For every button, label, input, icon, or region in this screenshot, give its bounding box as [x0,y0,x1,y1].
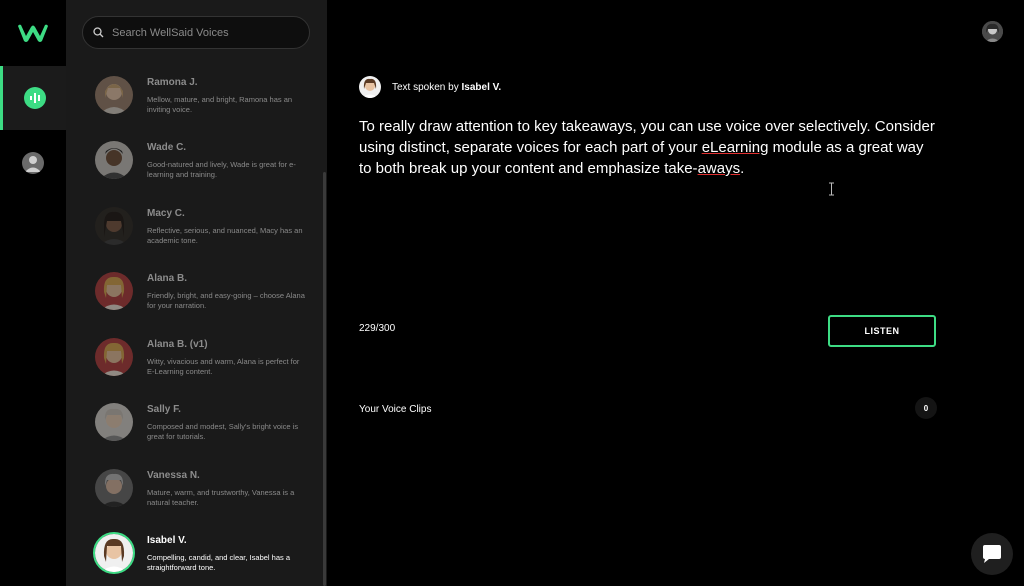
voice-avatar [95,76,133,114]
voice-name: Ramona J. [147,77,198,88]
voice-name: Isabel V. [147,535,187,546]
chat-icon [983,545,1001,563]
speaker-label: Text spoken by Isabel V. [392,82,501,93]
voice-avatar [95,469,133,507]
voice-name: Sally F. [147,404,181,415]
voice-clips-title: Your Voice Clips [359,404,432,415]
script-text-editor[interactable]: To really draw attention to key takeaway… [359,116,939,179]
voice-description: Composed and modest, Sally's bright voic… [147,422,299,441]
voice-list: Ramona J. Mellow, mature, and bright, Ra… [66,66,327,586]
voice-item-macy[interactable]: Macy C. Reflective, serious, and nuanced… [66,197,318,262]
text-cursor-icon [829,182,834,196]
voice-avatar [95,272,133,310]
spellcheck-flag: aways [697,160,741,177]
voice-panel: Ramona J. Mellow, mature, and bright, Ra… [66,0,327,586]
chat-button[interactable] [971,533,1013,575]
voice-avatar [93,532,135,574]
user-avatar[interactable] [982,21,1003,42]
voice-avatar [95,207,133,245]
nav-rail [0,0,66,586]
nav-voices[interactable] [0,66,66,130]
search-icon [93,27,104,38]
search-box[interactable] [82,16,310,49]
voice-description: Compelling, candid, and clear, Isabel ha… [147,553,291,572]
voice-description: Mellow, mature, and bright, Ramona has a… [147,95,293,114]
voice-description: Witty, vivacious and warm, Alana is perf… [147,357,300,376]
wellsaid-logo-icon[interactable] [16,22,50,44]
voice-avatar [95,141,133,179]
voice-name: Alana B. [147,273,188,284]
voice-item-isabel[interactable]: Isabel V. Compelling, candid, and clear,… [66,524,318,586]
voice-description: Mature, warm, and trustworthy, Vanessa i… [147,488,295,507]
speaker-prefix: Text spoken by [392,81,459,93]
voice-description: Good-natured and lively, Wade is great f… [147,160,296,179]
voice-name: Macy C. [147,208,185,219]
voice-item-wade[interactable]: Wade C. Good-natured and lively, Wade is… [66,131,318,196]
speaker-name: Isabel V. [461,81,502,93]
voice-item-vanessa[interactable]: Vanessa N. Mature, warm, and trustworthy… [66,459,318,524]
voice-item-sally[interactable]: Sally F. Composed and modest, Sally's br… [66,393,318,458]
voice-list-scroll-thumb[interactable] [323,172,326,586]
voice-avatar [95,338,133,376]
voice-name: Wade C. [147,142,187,153]
voice-item-ramona[interactable]: Ramona J. Mellow, mature, and bright, Ra… [66,66,318,131]
voices-nav-icon [23,87,46,109]
nav-account[interactable] [0,131,66,195]
character-count: 229/300 [359,323,396,334]
speaker-avatar [359,76,381,98]
search-input[interactable] [112,26,292,39]
script-text: . [740,160,745,177]
listen-button[interactable]: LISTEN [828,315,936,347]
voice-item-alana[interactable]: Alana B. Friendly, bright, and easy-goin… [66,262,318,327]
account-nav-icon [22,152,44,174]
voice-description: Reflective, serious, and nuanced, Macy h… [147,226,303,245]
speaker-header: Text spoken by Isabel V. [359,76,501,98]
voice-name: Alana B. (v1) [147,339,208,350]
voice-clips-count-badge: 0 [915,397,937,419]
voice-name: Vanessa N. [147,470,200,481]
voice-description: Friendly, bright, and easy-going – choos… [147,291,305,310]
voice-avatar [95,403,133,441]
voice-item-alana-v1[interactable]: Alana B. (v1) Witty, vivacious and warm,… [66,328,318,393]
spellcheck-flag: eLearning [701,139,769,156]
